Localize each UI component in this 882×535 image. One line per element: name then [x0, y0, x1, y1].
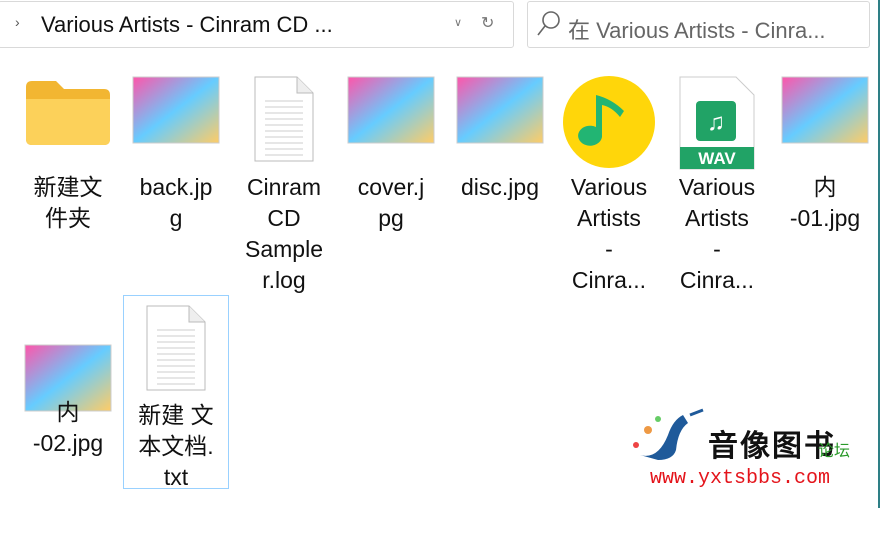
- search-icon: [537, 11, 560, 36]
- watermark-url: www.yxtsbbs.com: [650, 467, 831, 490]
- image-thumbnail-icon: [456, 76, 544, 144]
- file-item[interactable]: 新建 文 本文档. txt: [123, 295, 229, 490]
- breadcrumb-separator: ›: [15, 14, 20, 30]
- file-icon: [455, 75, 545, 153]
- watermark-logo: 音像图书 论坛 www.yxtsbbs.com: [628, 405, 873, 500]
- file-label: cover.j pg: [357, 174, 425, 231]
- image-thumbnail-icon: [347, 76, 435, 144]
- file-icon: [346, 75, 436, 153]
- qq-music-icon: [563, 76, 655, 168]
- document-icon: [254, 76, 314, 162]
- search-input[interactable]: 在 Various Artists - Cinra...: [568, 13, 826, 45]
- file-label: disc.jpg: [461, 174, 539, 200]
- wav-file-icon: ♫ WAV: [679, 76, 755, 170]
- svg-text:WAV: WAV: [698, 149, 736, 168]
- folder-icon: [26, 81, 110, 145]
- file-item[interactable]: 内 -02.jpg: [15, 335, 121, 535]
- window-border: [878, 0, 880, 508]
- document-icon: [146, 305, 206, 391]
- watermark-title: 音像图书: [708, 429, 836, 464]
- file-label: back.jp g: [139, 174, 213, 231]
- file-icon: ♫ WAV: [678, 75, 756, 179]
- file-label: Cinram CD Sample r.log: [245, 174, 323, 293]
- file-item[interactable]: back.jp g: [123, 75, 229, 275]
- file-item[interactable]: cover.j pg: [338, 75, 444, 275]
- svg-text:♫: ♫: [707, 109, 725, 136]
- file-item[interactable]: Cinram CD Sample r.log: [231, 75, 337, 293]
- file-icon: [24, 75, 112, 155]
- file-label: 内 -02.jpg: [32, 399, 104, 456]
- file-label: 内 -01.jpg: [789, 174, 861, 231]
- image-thumbnail-icon: [132, 76, 220, 144]
- file-item[interactable]: ♫ WAV Various Artists - Cinra...: [664, 75, 770, 293]
- file-icon: [143, 304, 209, 400]
- refresh-icon[interactable]: ↻: [481, 13, 494, 33]
- file-item[interactable]: 内 -01.jpg: [772, 75, 878, 275]
- file-icon: [562, 75, 656, 177]
- file-icon: [131, 75, 221, 153]
- image-thumbnail-icon: [781, 76, 869, 144]
- file-label: 新建文 件夹: [33, 174, 103, 231]
- watermark-subtitle: 论坛: [818, 443, 851, 460]
- file-item[interactable]: disc.jpg: [447, 75, 553, 275]
- search-box[interactable]: 在 Various Artists - Cinra...: [527, 1, 870, 48]
- file-item[interactable]: Various Artists - Cinra...: [556, 75, 662, 293]
- file-icon: [780, 75, 870, 153]
- file-label: Various Artists - Cinra...: [678, 174, 756, 293]
- breadcrumb-path[interactable]: Various Artists - Cinram CD ...: [41, 12, 333, 38]
- file-label: Various Artists - Cinra...: [570, 174, 648, 293]
- music-logo-icon: [633, 408, 704, 460]
- address-bar[interactable]: › Various Artists - Cinram CD ... ∨ ↻: [0, 1, 514, 48]
- file-item[interactable]: 新建文 件夹: [15, 75, 121, 275]
- file-label: 新建 文 本文档. txt: [138, 402, 214, 490]
- chevron-down-icon[interactable]: ∨: [454, 16, 462, 29]
- file-icon: [251, 75, 317, 171]
